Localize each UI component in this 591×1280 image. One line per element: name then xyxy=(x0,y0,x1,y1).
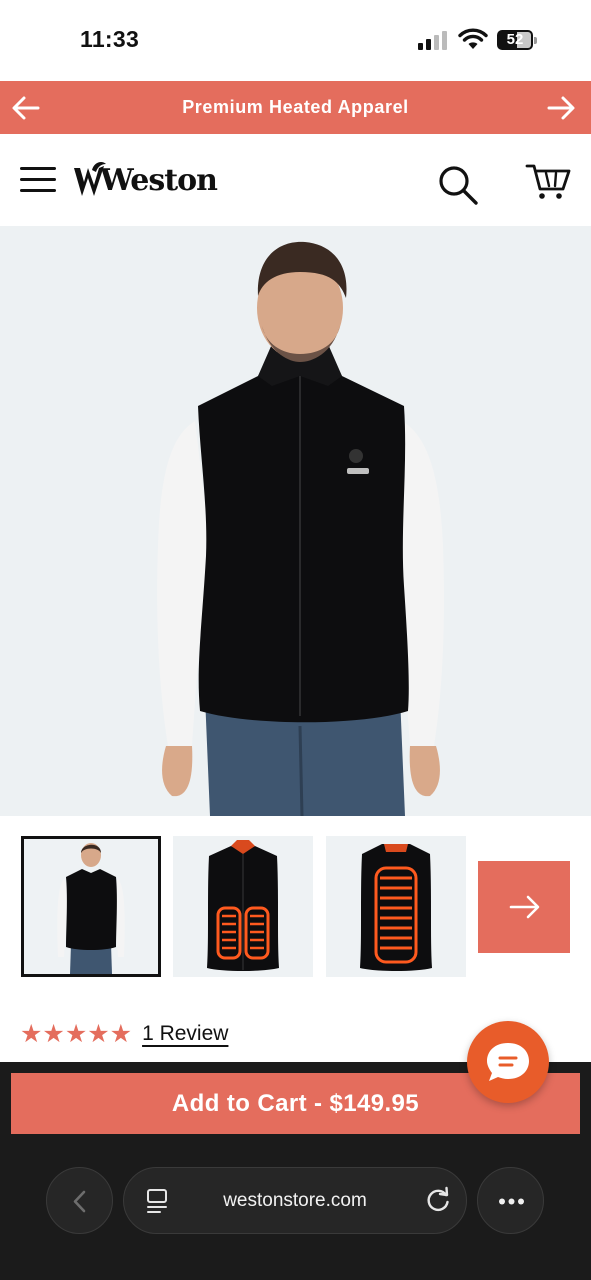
signal-icon xyxy=(418,30,450,50)
thumbnail-model-illustration xyxy=(57,843,125,974)
reload-icon[interactable] xyxy=(424,1186,452,1214)
logo[interactable]: Weston xyxy=(72,158,218,202)
arrow-right-icon[interactable] xyxy=(546,94,576,122)
status-time: 11:33 xyxy=(80,26,140,52)
promo-bar: Premium Heated Apparel xyxy=(0,81,591,134)
rating-stars: ★★★★★ xyxy=(20,1020,133,1048)
ellipsis-icon xyxy=(499,1198,524,1205)
promo-text: Premium Heated Apparel xyxy=(182,97,409,117)
site-header: Weston xyxy=(0,134,591,226)
address-bar[interactable]: westonstore.com xyxy=(123,1167,467,1234)
browser-back-button[interactable] xyxy=(46,1167,113,1234)
wifi-icon xyxy=(458,28,488,49)
cart-icon[interactable] xyxy=(525,162,573,202)
hamburger-menu-icon[interactable] xyxy=(20,167,58,193)
thumbnail-1[interactable] xyxy=(21,836,161,977)
status-bar: 11:33 52 xyxy=(0,0,591,80)
thumbnail-vest-back-illustration xyxy=(360,844,432,971)
chevron-left-icon xyxy=(73,1190,86,1213)
product-thumbnails xyxy=(0,816,591,996)
more-options-button[interactable] xyxy=(477,1167,544,1234)
review-link[interactable]: 1 Review xyxy=(142,1022,228,1046)
product-rating: ★★★★★ 1 Review xyxy=(20,1016,228,1052)
search-icon[interactable] xyxy=(437,164,479,206)
thumbnails-next-button[interactable] xyxy=(478,861,570,953)
arrow-right-icon xyxy=(509,895,540,919)
chat-button[interactable] xyxy=(467,1021,549,1103)
thumbnail-2[interactable] xyxy=(173,836,313,977)
battery-icon: 52 xyxy=(497,30,537,50)
product-main-image[interactable] xyxy=(0,226,591,816)
logo-text: Weston xyxy=(100,162,218,198)
model-vest-illustration xyxy=(157,241,444,816)
url-text: westonstore.com xyxy=(223,1190,367,1211)
thumbnail-3[interactable] xyxy=(326,836,466,977)
battery-level: 52 xyxy=(506,31,524,48)
chat-bubble-icon xyxy=(487,1043,529,1081)
thumbnail-vest-front-illustration xyxy=(207,840,279,971)
